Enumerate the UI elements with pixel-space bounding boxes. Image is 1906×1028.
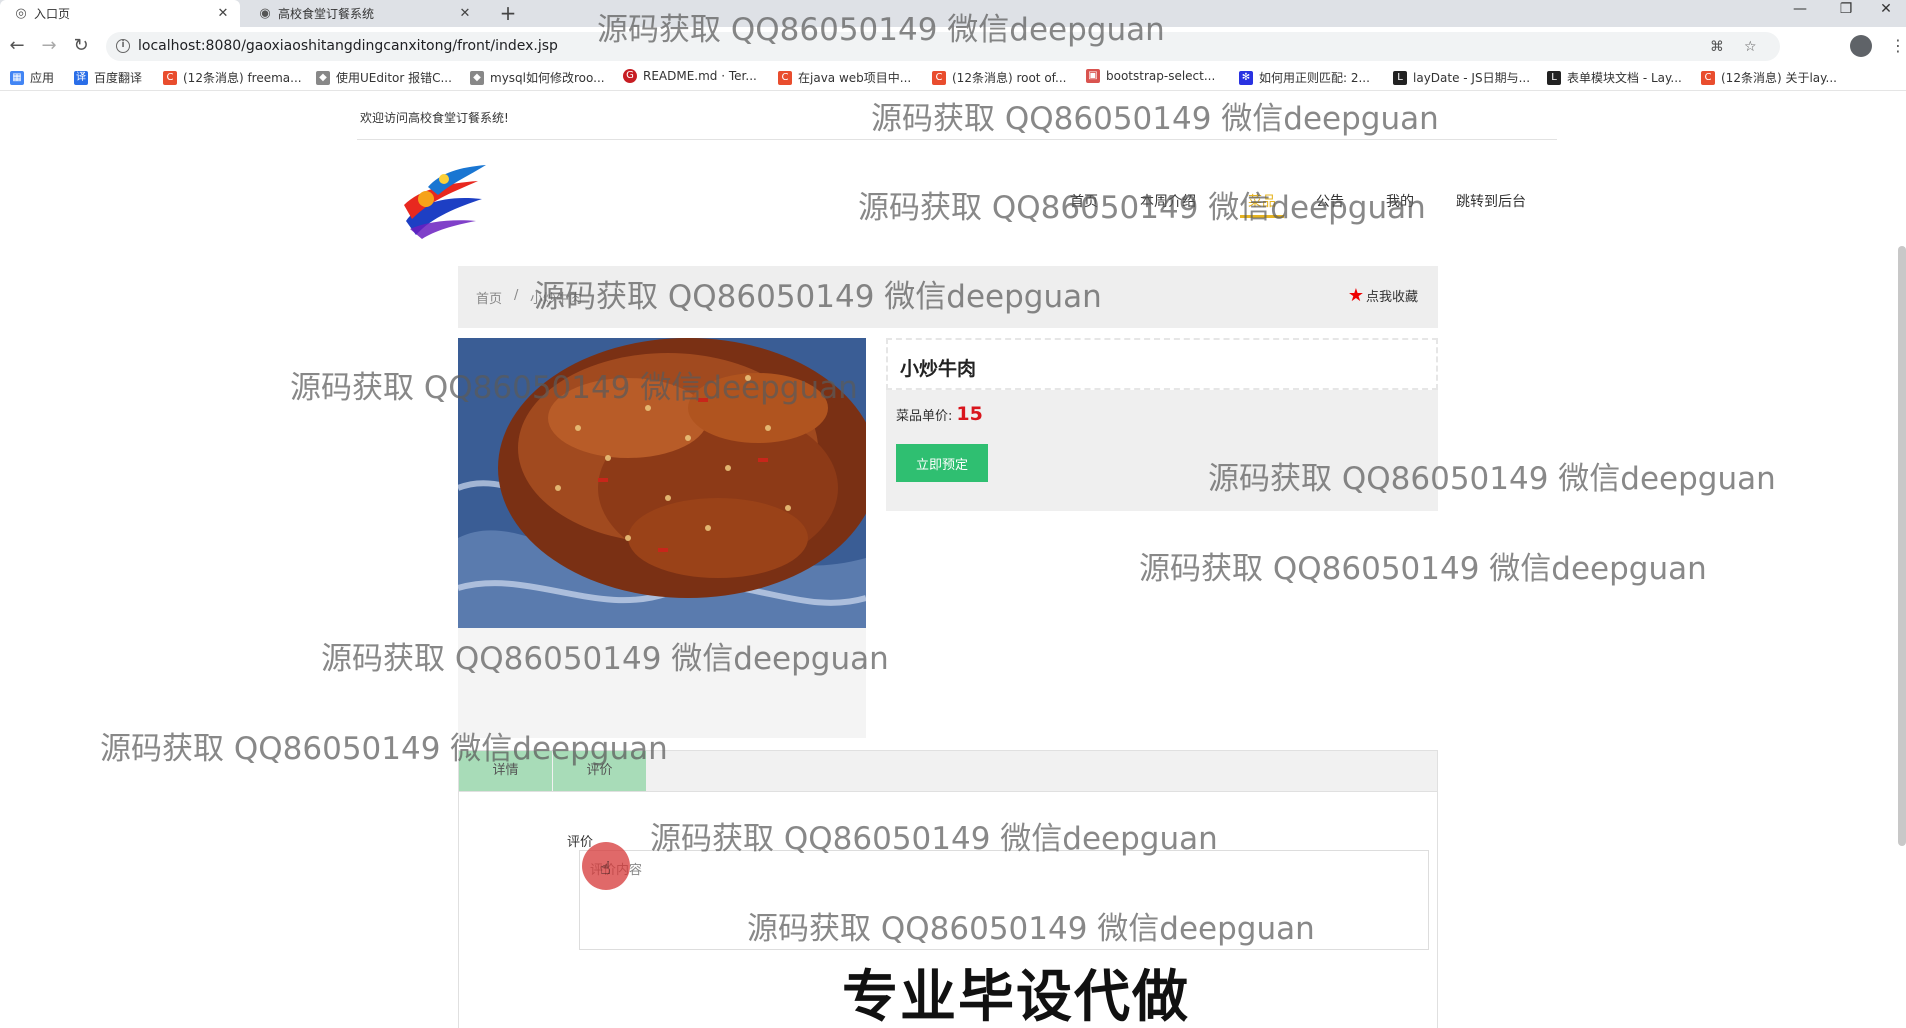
bookmark-label: README.md · Ter... xyxy=(643,69,757,83)
gitee-icon: G xyxy=(623,69,637,83)
bookmark-label: (12条消息) root of... xyxy=(952,71,1067,85)
bookmark-label: (12条消息) 关于lay... xyxy=(1721,71,1837,85)
dish-name-box: 小炒牛肉 xyxy=(886,338,1438,390)
new-tab-icon[interactable]: + xyxy=(496,1,520,25)
watermark-text: 源码获取 QQ86050149 微信deepguan xyxy=(747,911,1315,947)
order-now-button[interactable]: 立即预定 xyxy=(896,444,988,482)
favorite-label: 点我收藏 xyxy=(1365,290,1418,305)
layui-icon: L xyxy=(1393,70,1407,85)
bookmark-label: (12条消息) freema... xyxy=(183,71,302,85)
watermark-text: 源码获取 QQ86050149 微信deepguan xyxy=(871,101,1439,137)
watermark-text: 源码获取 QQ86050149 微信deepguan xyxy=(321,641,889,677)
bookmark-label: 在java web项目中... xyxy=(798,71,912,85)
bookmark-label: 表单模块文档 - Lay... xyxy=(1567,71,1682,85)
bookmark-item[interactable]: C (12条消息) freema... xyxy=(163,69,302,86)
browser-tab-title: 入口页 xyxy=(34,7,71,21)
bookmark-item[interactable]: ✻ 如何用正则匹配: 2... xyxy=(1239,69,1370,86)
bookmark-label: 百度翻译 xyxy=(94,71,143,85)
close-tab-icon[interactable]: ✕ xyxy=(214,6,232,21)
star-icon: ★ xyxy=(1347,285,1364,306)
price-row: 菜品单价: 15 xyxy=(896,403,983,425)
reload-icon[interactable]: ↻ xyxy=(70,35,92,57)
bookmark-label: layDate - JS日期与... xyxy=(1413,71,1531,85)
hand-cursor-icon: ☝ xyxy=(600,858,611,879)
baidu-icon: ✻ xyxy=(1239,70,1253,85)
price-label: 菜品单价: xyxy=(896,409,953,424)
bookmark-label: 应用 xyxy=(30,71,55,85)
bookmark-label: bootstrap-select... xyxy=(1106,69,1216,83)
close-window-icon[interactable]: ✕ xyxy=(1866,0,1906,18)
minimize-icon[interactable]: — xyxy=(1780,0,1820,18)
bookmark-star-icon[interactable]: ☆ xyxy=(1744,39,1757,55)
csdn-icon: C xyxy=(163,70,177,85)
apps-grid-icon: ▦ xyxy=(10,70,24,85)
page-scrollbar[interactable] xyxy=(1898,246,1906,846)
watermark-text: 源码获取 QQ86050149 微信deepguan xyxy=(534,279,1102,315)
promo-banner-text: 专业毕设代做 xyxy=(842,965,1190,1028)
bookmark-item[interactable]: C (12条消息) 关于lay... xyxy=(1701,69,1837,86)
bookmark-label: 如何用正则匹配: 2... xyxy=(1259,71,1370,85)
bookmark-item[interactable]: C (12条消息) root of... xyxy=(932,69,1066,86)
site-logo[interactable] xyxy=(398,159,488,239)
bookmark-item[interactable]: ◆ 使用UEditor 报错C... xyxy=(316,69,452,86)
price-value: 15 xyxy=(956,403,983,425)
profile-avatar-icon[interactable] xyxy=(1850,35,1872,57)
divider xyxy=(357,139,1557,140)
page-icon: ◆ xyxy=(316,70,330,85)
favorite-button[interactable]: ★ 点我收藏 xyxy=(1348,285,1418,306)
bookmark-label: mysql如何修改roo... xyxy=(490,71,605,85)
breadcrumb-home[interactable]: 首页 xyxy=(476,288,502,307)
translate-icon[interactable]: ⌘ xyxy=(1710,39,1724,55)
url-text: localhost:8080/gaoxiaoshitangdingcanxito… xyxy=(138,38,558,54)
page-icon: ▣ xyxy=(1086,69,1100,83)
bookmarks-bar: ▦ 应用 译百度翻译 C (12条消息) freema... ◆ 使用UEditor … xyxy=(0,65,1906,91)
bookmark-item[interactable]: ▦ 应用 xyxy=(10,69,54,86)
breadcrumb-separator: / xyxy=(514,288,519,303)
watermark-text: 源码获取 QQ86050149 微信deepguan xyxy=(1139,551,1707,587)
restore-icon[interactable]: ❐ xyxy=(1826,0,1866,18)
bookmark-item[interactable]: ▣ bootstrap-select... xyxy=(1086,69,1215,83)
watermark-text: 源码获取 QQ86050149 微信deepguan xyxy=(858,190,1426,226)
page-icon: ◆ xyxy=(470,70,484,85)
bookmark-item[interactable]: L 表单模块文档 - Lay... xyxy=(1547,69,1682,86)
csdn-icon: C xyxy=(1701,70,1715,85)
watermark-text: 源码获取 QQ86050149 微信deepguan xyxy=(650,821,1218,857)
back-icon[interactable]: ← xyxy=(6,35,28,57)
bookmark-item[interactable]: 译百度翻译 xyxy=(74,69,142,86)
browser-tab-title: 高校食堂订餐系统 xyxy=(278,7,375,21)
browser-tab-system[interactable]: ◉ 高校食堂订餐系统 ✕ xyxy=(244,0,482,27)
watermark-text: 源码获取 QQ86050149 微信deepguan xyxy=(1208,461,1776,497)
csdn-icon: C xyxy=(932,70,946,85)
nav-admin[interactable]: 跳转到后台 xyxy=(1456,191,1526,211)
globe-icon: ◎ xyxy=(15,5,27,21)
browser-menu-icon[interactable]: ⋮ xyxy=(1890,36,1906,55)
bookmark-item[interactable]: LlayDate - JS日期与... xyxy=(1393,69,1530,86)
csdn-icon: C xyxy=(778,70,792,85)
baidu-translate-icon: 译 xyxy=(74,70,88,85)
browser-tab-home[interactable]: ◎ 入口页 ✕ xyxy=(0,0,240,27)
info-icon[interactable]: i xyxy=(116,39,130,53)
forward-icon[interactable]: → xyxy=(38,35,60,57)
watermark-text: 源码获取 QQ86050149 微信deepguan xyxy=(100,731,668,767)
welcome-text: 欢迎访问高校食堂订餐系统! xyxy=(360,111,509,125)
bookmark-item[interactable]: G README.md · Ter... xyxy=(623,69,757,83)
dish-name: 小炒牛肉 xyxy=(900,358,977,380)
site-icon: ◉ xyxy=(259,5,271,21)
close-tab-icon[interactable]: ✕ xyxy=(456,6,474,21)
bookmark-item[interactable]: ◆ mysql如何修改roo... xyxy=(470,69,605,86)
layui-icon: L xyxy=(1547,70,1561,85)
watermark-text: 源码获取 QQ86050149 微信deepguan xyxy=(290,370,858,406)
watermark-text: 源码获取 QQ86050149 微信deepguan xyxy=(597,12,1165,48)
bookmark-label: 使用UEditor 报错C... xyxy=(336,71,452,85)
bookmark-item[interactable]: C 在java web项目中... xyxy=(778,69,911,86)
